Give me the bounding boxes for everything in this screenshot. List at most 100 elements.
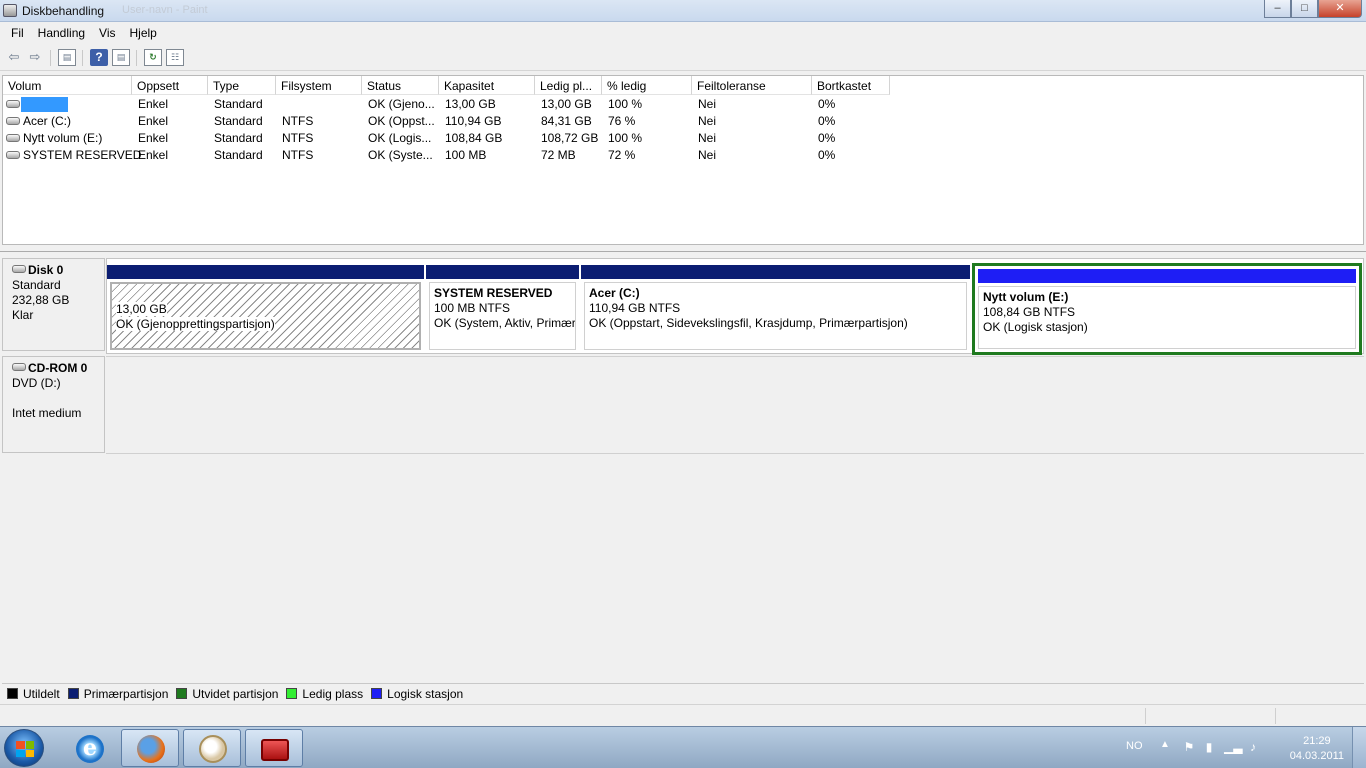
column-header-status[interactable]: Status (362, 76, 439, 95)
volume-row[interactable]: Nytt volum (E:) Enkel Standard NTFS OK (… (3, 130, 1363, 147)
volume-list[interactable]: Volum Oppsett Type Filsystem Status Kapa… (2, 75, 1364, 245)
partition-size: 108,84 GB NTFS (983, 305, 1076, 319)
toolbar-separator (82, 50, 83, 66)
toolbar-separator (136, 50, 137, 66)
pane-splitter[interactable] (0, 245, 1366, 252)
volume-type: Standard (214, 97, 263, 111)
disk-0-label[interactable]: Disk 0 Standard 232,88 GB Klar (2, 258, 105, 351)
back-icon[interactable]: ⇦ (5, 49, 23, 66)
volume-fault-tolerance: Nei (698, 114, 717, 128)
status-bar (0, 704, 1366, 726)
column-header-type[interactable]: Type (208, 76, 276, 95)
power-icon[interactable]: ▮ (1202, 740, 1216, 754)
column-header-ledig-plass[interactable]: Ledig pl... (535, 76, 602, 95)
partition-bar (581, 265, 970, 279)
volume-fault-tolerance: Nei (698, 148, 717, 162)
partition-size: 100 MB NTFS (434, 301, 511, 315)
cdrom-0-area (106, 356, 1364, 454)
taskbar-paint[interactable] (183, 729, 241, 767)
legend-label: Primærpartisjon (83, 686, 169, 701)
drive-icon (6, 151, 20, 159)
language-indicator[interactable]: NO (1126, 740, 1143, 752)
partition-bar (107, 265, 424, 279)
volume-row[interactable]: SYSTEM RESERVED Enkel Standard NTFS OK (… (3, 147, 1363, 164)
legend-swatch (286, 688, 298, 699)
cdrom-name: CD-ROM 0 (28, 361, 88, 375)
volume-percent-free: 72 % (608, 148, 636, 162)
column-header-filsystem[interactable]: Filsystem (276, 76, 362, 95)
legend-swatch (371, 688, 383, 699)
volume-row[interactable]: Enkel Standard OK (Gjeno... 13,00 GB 13,… (3, 96, 1363, 113)
column-header-kapasitet[interactable]: Kapasitet (439, 76, 535, 95)
maximize-button[interactable]: □ (1291, 0, 1318, 18)
forward-icon[interactable]: ⇨ (26, 49, 44, 66)
menu-help[interactable]: Hjelp (123, 23, 164, 44)
column-header-oppsett[interactable]: Oppsett (132, 76, 208, 95)
volume-fault-tolerance: Nei (698, 131, 717, 145)
legend-logical-drive: Logisk stasjon (371, 687, 463, 701)
volume-type: Standard (214, 148, 263, 162)
volume-filesystem: NTFS (282, 114, 314, 128)
volume-overhead: 0% (818, 148, 836, 162)
properties-icon[interactable]: ▤ (112, 49, 130, 66)
taskbar-internet-explorer[interactable]: e (60, 729, 118, 767)
start-button[interactable] (4, 729, 44, 767)
volume-percent-free: 100 % (608, 97, 643, 111)
console-tree-icon[interactable]: ▤ (58, 49, 76, 66)
volume-free-space: 108,72 GB (541, 131, 599, 145)
volume-status: OK (Logis... (368, 131, 432, 145)
volume-type: Standard (214, 131, 263, 145)
help-icon[interactable]: ? (90, 49, 108, 66)
partition-nytt-volum-e[interactable]: Nytt volum (E:) 108,84 GB NTFS OK (Logis… (972, 263, 1362, 355)
menu-bar: Fil Handling Vis Hjelp (0, 23, 1366, 44)
partition-body: SYSTEM RESERVED 100 MB NTFS OK (System, … (429, 282, 576, 350)
menu-file[interactable]: Fil (4, 23, 31, 44)
action-center-icon[interactable]: ⚑ (1182, 740, 1196, 754)
partition-name (116, 287, 415, 302)
partition-name: Nytt volum (E:) (983, 290, 1069, 304)
close-button[interactable]: ✕ (1318, 0, 1362, 18)
partition-recovery[interactable]: 13,00 GB OK (Gjenopprettingspartisjon) (107, 265, 424, 353)
toolbar: ⇦ ⇨ ▤ ? ▤ ↻ ☷ (0, 44, 1366, 71)
clock[interactable]: 21:29 04.03.2011 (1290, 734, 1344, 764)
show-desktop-button[interactable] (1352, 727, 1366, 768)
cdrom-0-label[interactable]: CD-ROM 0 DVD (D:) Intet medium (2, 356, 105, 453)
volume-name: Acer (C:) (23, 114, 71, 128)
column-header-bortkastet[interactable]: Bortkastet (812, 76, 890, 95)
volume-capacity: 110,94 GB (445, 114, 502, 128)
legend-label: Logisk stasjon (387, 686, 464, 701)
partition-body: 13,00 GB OK (Gjenopprettingspartisjon) (110, 282, 421, 350)
volume-status: OK (Syste... (368, 148, 433, 162)
partition-acer-c[interactable]: Acer (C:) 110,94 GB NTFS OK (Oppstart, S… (581, 265, 970, 353)
menu-view[interactable]: Vis (92, 23, 122, 44)
volume-icon[interactable]: ♪ (1246, 740, 1260, 754)
legend-swatch (176, 688, 188, 699)
column-header-volum[interactable]: Volum (3, 76, 132, 95)
clock-date: 04.03.2011 (1289, 750, 1344, 762)
disk-management-app-icon[interactable] (3, 4, 17, 17)
partition-system-reserved[interactable]: SYSTEM RESERVED 100 MB NTFS OK (System, … (426, 265, 579, 353)
show-hidden-icons-icon[interactable]: ▲ (1160, 739, 1170, 750)
volume-row[interactable]: Acer (C:) Enkel Standard NTFS OK (Oppst.… (3, 113, 1363, 130)
refresh-icon[interactable]: ↻ (144, 49, 162, 66)
volume-filesystem: NTFS (282, 131, 314, 145)
legend-swatch (67, 688, 79, 699)
disk-type: Standard (12, 278, 61, 292)
network-icon[interactable]: ▁▃ (1224, 740, 1242, 754)
windows-logo-icon (16, 741, 34, 757)
taskbar-computer-management[interactable] (245, 729, 303, 767)
partition-status: OK (Oppstart, Sidevekslingsfil, Krasjdum… (589, 316, 908, 330)
volume-layout: Enkel (138, 114, 169, 128)
legend-label: Utvidet partisjon (192, 686, 279, 701)
minimize-button[interactable]: – (1264, 0, 1291, 18)
taskbar-firefox[interactable] (121, 729, 179, 767)
volume-name-selection (21, 97, 68, 113)
column-header-feiltoleranse[interactable]: Feiltoleranse (692, 76, 812, 95)
rescan-icon[interactable]: ☷ (166, 49, 184, 66)
menu-action[interactable]: Handling (31, 23, 92, 44)
disk-size: 232,88 GB (12, 293, 70, 307)
title-bar: Diskbehandling User-navn - Paint – □ ✕ (0, 0, 1366, 22)
partition-bar (426, 265, 579, 279)
column-header-prosent-ledig[interactable]: % ledig (602, 76, 692, 95)
legend-label: Utildelt (23, 686, 60, 701)
